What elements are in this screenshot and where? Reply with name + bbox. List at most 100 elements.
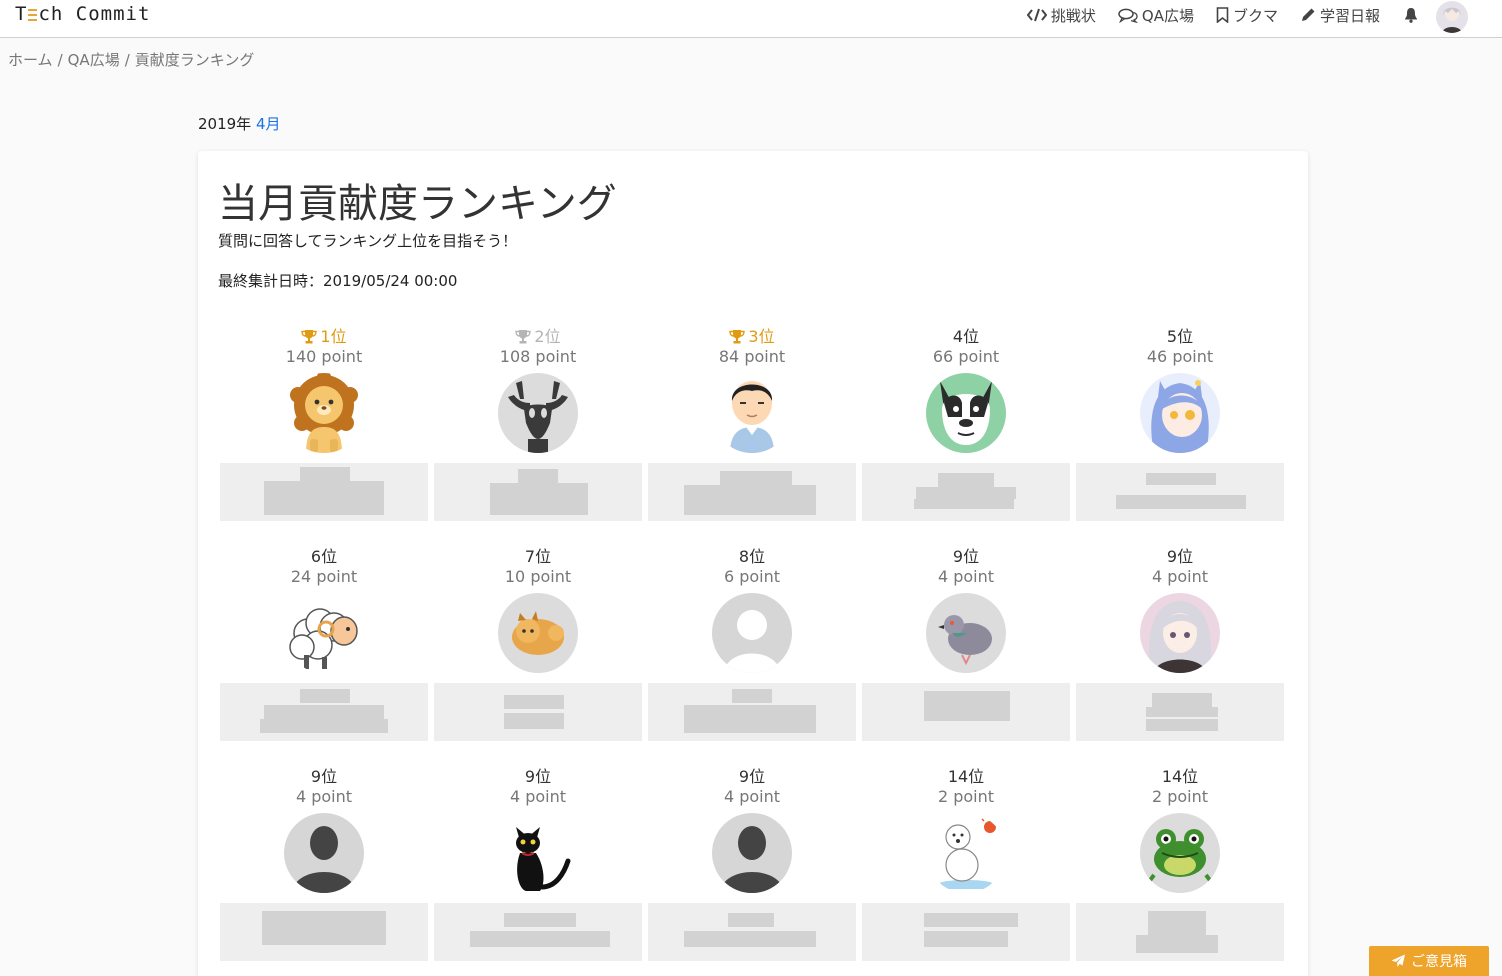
breadcrumb: ホーム / QA広場 / 貢献度ランキング	[8, 49, 254, 70]
username-blurred[interactable]	[434, 683, 642, 741]
trophy-icon	[515, 330, 532, 344]
points-label: 4 point	[937, 567, 995, 586]
username-blurred[interactable]	[220, 463, 428, 521]
points-label: 66 point	[932, 347, 1000, 366]
avatar-sheep[interactable]	[284, 593, 364, 673]
username-blurred[interactable]	[862, 903, 1070, 961]
avatar-default-dark[interactable]	[284, 813, 364, 893]
header-nav: 挑戦状 QA広場 ブクマ 学習日報	[1005, 1, 1468, 33]
site-logo[interactable]: Tch Commit	[15, 3, 150, 25]
user-menu-avatar[interactable]	[1436, 1, 1468, 33]
ranking-entry: 14位 2 point	[862, 759, 1070, 971]
nav-qa[interactable]: QA広場	[1118, 5, 1194, 26]
username-blurred[interactable]	[1076, 463, 1284, 521]
ranking-card: 当月貢献度ランキング 質問に回答してランキング上位を目指そう！ 最終集計日時：2…	[198, 151, 1308, 976]
avatar-anime-blue[interactable]	[1140, 373, 1220, 453]
logo-letter: T	[15, 3, 28, 25]
points-label: 140 point	[285, 347, 363, 366]
pencil-icon	[1301, 8, 1315, 21]
ranking-entry: 9位 4 point	[648, 759, 856, 971]
rank-label: 14位	[947, 767, 985, 786]
ranking-entry: 3位 84 point	[648, 319, 856, 531]
rank-label: 9位	[524, 767, 552, 786]
rank-label: 7位	[524, 547, 552, 566]
avatar-pomeranian[interactable]	[498, 593, 578, 673]
ranking-entry: 6位 24 point	[220, 539, 428, 751]
username-blurred[interactable]	[1076, 903, 1284, 961]
avatar-lion[interactable]	[284, 373, 364, 453]
breadcrumb-current: 貢献度ランキング	[134, 51, 255, 69]
nav-bookmarks-label: ブクマ	[1232, 6, 1278, 25]
username-blurred[interactable]	[434, 463, 642, 521]
breadcrumb-separator: /	[124, 51, 130, 69]
ranking-entry: 9位 4 point	[1076, 539, 1284, 751]
ranking-entry: 1位 140 point	[220, 319, 428, 531]
trophy-icon	[301, 330, 318, 344]
avatar-pigeon[interactable]	[926, 593, 1006, 673]
avatar-default-dark[interactable]	[712, 813, 792, 893]
ranking-entry: 14位 2 point	[1076, 759, 1284, 971]
avatar-black-cat[interactable]	[498, 813, 578, 893]
points-label: 46 point	[1146, 347, 1214, 366]
rank-label: 4位	[952, 327, 980, 346]
rank-label: 9位	[738, 767, 766, 786]
ranking-entry: 9位 4 point	[862, 539, 1070, 751]
rank-text: 3位	[748, 327, 775, 346]
username-blurred[interactable]	[648, 463, 856, 521]
notifications-button[interactable]	[1404, 7, 1418, 23]
breadcrumb-home[interactable]: ホーム	[8, 51, 53, 69]
username-blurred[interactable]	[862, 683, 1070, 741]
points-label: 10 point	[504, 567, 572, 586]
nav-bookmarks[interactable]: ブクマ	[1216, 5, 1278, 26]
feedback-button[interactable]: ご意見箱	[1369, 946, 1489, 976]
period-year: 2019年	[198, 115, 252, 133]
period-month-link[interactable]: 4月	[256, 115, 281, 133]
rank-label: 1位	[220, 323, 428, 347]
bookmark-icon	[1216, 7, 1229, 23]
points-label: 24 point	[290, 567, 358, 586]
bell-icon	[1405, 8, 1417, 23]
ranking-entry: 2位 108 point	[434, 319, 642, 531]
username-blurred[interactable]	[1076, 683, 1284, 741]
avatar-polar-bear[interactable]	[926, 813, 1006, 893]
username-blurred[interactable]	[862, 463, 1070, 521]
points-label: 4 point	[1151, 567, 1209, 586]
ranking-entry: 7位 10 point	[434, 539, 642, 751]
rank-text: 2位	[534, 327, 561, 346]
username-blurred[interactable]	[648, 683, 856, 741]
username-blurred[interactable]	[220, 903, 428, 961]
nav-qa-label: QA広場	[1141, 6, 1194, 25]
username-blurred[interactable]	[648, 903, 856, 961]
logo-text: ch Commit	[38, 3, 151, 25]
points-label: 2 point	[937, 787, 995, 806]
rank-text: 1位	[320, 327, 347, 346]
top-navbar: Tch Commit 挑戦状 QA広場 ブクマ 学習日報	[0, 0, 1502, 38]
avatar-anime-silver[interactable]	[1140, 593, 1220, 673]
rank-label: 3位	[648, 323, 856, 347]
points-label: 4 point	[509, 787, 567, 806]
ranking-entry: 5位 46 point	[1076, 319, 1284, 531]
rank-label: 2位	[434, 323, 642, 347]
points-label: 2 point	[1151, 787, 1209, 806]
ranking-title: 当月貢献度ランキング	[218, 181, 617, 227]
avatar-default-light[interactable]	[712, 593, 792, 673]
ranking-entry: 9位 4 point	[434, 759, 642, 971]
logo-e-mark-icon	[28, 9, 38, 21]
avatar-deer[interactable]	[498, 373, 578, 453]
code-icon	[1026, 8, 1047, 22]
avatar-frog[interactable]	[1140, 813, 1220, 893]
points-label: 4 point	[295, 787, 353, 806]
avatar-bulldog[interactable]	[926, 373, 1006, 453]
breadcrumb-qa[interactable]: QA広場	[68, 51, 120, 69]
avatar-boy[interactable]	[712, 373, 792, 453]
rank-label: 6位	[310, 547, 338, 566]
username-blurred[interactable]	[220, 683, 428, 741]
rank-label: 5位	[1166, 327, 1194, 346]
comments-icon	[1118, 8, 1138, 23]
rank-label: 9位	[310, 767, 338, 786]
nav-challenge-label: 挑戦状	[1050, 6, 1096, 25]
username-blurred[interactable]	[434, 903, 642, 961]
nav-challenge[interactable]: 挑戦状	[1026, 5, 1096, 26]
nav-daily-report[interactable]: 学習日報	[1300, 5, 1380, 26]
trophy-icon	[729, 330, 746, 344]
